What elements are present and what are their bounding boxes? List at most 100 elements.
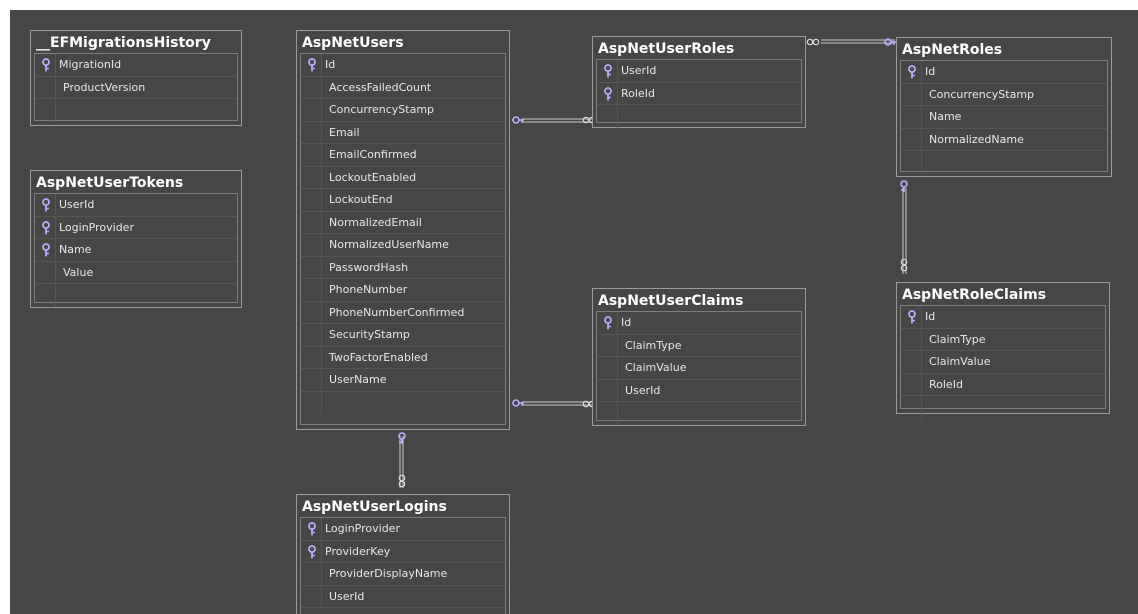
relationship-roles-userroles[interactable]	[806, 38, 896, 46]
column-row[interactable]: RoleId	[597, 82, 801, 105]
column-name: ClaimValue	[625, 361, 687, 374]
column-row[interactable]: UserName	[301, 369, 505, 392]
column-name: NormalizedUserName	[329, 238, 449, 251]
column-name: ClaimType	[929, 332, 986, 346]
column-row[interactable]: ClaimValue	[597, 357, 801, 380]
column-row[interactable]: AccessFailedCount	[301, 76, 505, 99]
column-name: NormalizedEmail	[329, 215, 422, 229]
column-row[interactable]: Email	[301, 121, 505, 144]
table-aspnetroleclaims[interactable]: AspNetRoleClaims Id ClaimType ClaimValue…	[896, 282, 1110, 419]
primary-key-icon	[42, 243, 50, 257]
column-row[interactable]: NormalizedEmail	[301, 211, 505, 234]
column-name: TwoFactorEnabled	[329, 350, 428, 364]
relationship-users-userclaims[interactable]	[512, 399, 596, 408]
primary-key-icon	[308, 544, 316, 558]
column-row[interactable]: LockoutEnabled	[301, 166, 505, 189]
column-name: ConcurrencyStamp	[329, 103, 435, 116]
column-row[interactable]: Name	[901, 106, 1107, 129]
column-row[interactable]: NormalizedUserName	[301, 234, 505, 257]
column-row[interactable]: UserId	[597, 379, 801, 402]
column-name: Id	[621, 316, 632, 329]
column-row[interactable]: UserId	[597, 60, 801, 83]
column-list: UserId LoginProvider Name Value	[34, 193, 238, 307]
column-row[interactable]: Id	[901, 306, 1105, 329]
column-name: RoleId	[621, 86, 655, 100]
column-row[interactable]: ClaimValue	[901, 351, 1105, 374]
table-title: AspNetUserTokens	[36, 175, 184, 191]
primary-key-icon	[604, 316, 612, 330]
column-list: Id ClaimType ClaimValue UserId	[596, 311, 802, 425]
column-row[interactable]: PasswordHash	[301, 256, 505, 279]
column-name: LockoutEnd	[329, 193, 393, 206]
table-title: AspNetUserLogins	[302, 499, 447, 515]
primary-key-icon	[604, 86, 612, 100]
infinity-icon	[806, 38, 820, 46]
column-row-empty	[35, 284, 237, 307]
relationship-users-userlogins[interactable]	[398, 432, 406, 488]
primary-key-icon	[604, 64, 612, 78]
column-name: Name	[59, 243, 92, 256]
primary-key-icon	[42, 58, 50, 72]
column-row[interactable]: PhoneNumberConfirmed	[301, 301, 505, 324]
table-aspnetuserroles[interactable]: AspNetUserRoles UserId RoleId	[592, 36, 806, 128]
column-name: Name	[929, 110, 962, 123]
relationship-roles-roleclaims[interactable]	[900, 180, 908, 274]
table-title: AspNetRoles	[902, 42, 1003, 58]
column-row[interactable]: ProductVersion	[35, 76, 237, 99]
table-title: AspNetUsers	[302, 35, 404, 51]
column-row[interactable]: ProviderDisplayName	[301, 563, 505, 586]
table-title: AspNetUserRoles	[598, 41, 735, 57]
column-row[interactable]: Id	[597, 312, 801, 335]
table-aspnetuserlogins[interactable]: AspNetUserLogins LoginProvider ProviderK…	[296, 494, 510, 614]
column-row-empty	[35, 99, 237, 122]
column-row[interactable]: PhoneNumber	[301, 279, 505, 302]
column-row[interactable]: ClaimType	[597, 334, 801, 357]
column-name: NormalizedName	[929, 132, 1024, 146]
column-name: ClaimType	[625, 338, 682, 352]
column-row[interactable]: ConcurrencyStamp	[301, 99, 505, 122]
column-list: Id ClaimType ClaimValue RoleId	[900, 305, 1106, 419]
column-row[interactable]: Name	[35, 239, 237, 262]
column-row[interactable]: RoleId	[901, 373, 1105, 396]
diagram-canvas: __EFMigrationsHistory MigrationId Produc…	[10, 10, 1138, 614]
column-row[interactable]: Id	[301, 54, 505, 77]
column-row[interactable]: TwoFactorEnabled	[301, 346, 505, 369]
table-aspnetusertokens[interactable]: AspNetUserTokens UserId LoginProvider Na…	[30, 170, 242, 308]
column-name: ClaimValue	[929, 355, 991, 368]
column-list: MigrationId ProductVersion	[34, 53, 238, 122]
column-name: MigrationId	[59, 58, 122, 71]
column-name: Email	[329, 125, 360, 139]
column-row[interactable]: UserId	[35, 194, 237, 217]
key-icon	[512, 399, 524, 407]
column-row[interactable]: Value	[35, 261, 237, 284]
column-name: SecurityStamp	[329, 328, 410, 341]
column-row[interactable]: SecurityStamp	[301, 324, 505, 347]
column-row[interactable]: ProviderKey	[301, 540, 505, 563]
column-row[interactable]: MigrationId	[35, 54, 237, 77]
column-row[interactable]: UserId	[301, 585, 505, 608]
column-name: LoginProvider	[325, 522, 400, 535]
column-name: UserName	[329, 373, 387, 386]
table-efmigrationshistory[interactable]: __EFMigrationsHistory MigrationId Produc…	[30, 30, 242, 126]
column-row[interactable]: Id	[901, 61, 1107, 84]
primary-key-icon	[308, 522, 316, 536]
column-name: ConcurrencyStamp	[929, 87, 1035, 101]
column-row-empty	[901, 396, 1105, 419]
relationship-users-userroles[interactable]	[512, 116, 596, 124]
table-title: __EFMigrationsHistory	[36, 35, 211, 51]
column-row[interactable]: LoginProvider	[301, 518, 505, 541]
column-row[interactable]: NormalizedName	[901, 128, 1107, 151]
column-row[interactable]: LockoutEnd	[301, 189, 505, 212]
primary-key-icon	[908, 310, 916, 324]
column-row-empty	[597, 105, 801, 128]
column-row[interactable]: EmailConfirmed	[301, 144, 505, 167]
column-row[interactable]: ConcurrencyStamp	[901, 83, 1107, 106]
table-aspnetusers[interactable]: AspNetUsers Id AccessFailedCount Concurr…	[296, 30, 510, 430]
column-row[interactable]: LoginProvider	[35, 216, 237, 239]
table-aspnetroles[interactable]: AspNetRoles Id ConcurrencyStamp Name Nor…	[896, 37, 1112, 177]
column-name: ProviderDisplayName	[329, 567, 448, 580]
column-name: EmailConfirmed	[329, 148, 417, 161]
column-row[interactable]: ClaimType	[901, 328, 1105, 351]
column-name: UserId	[59, 198, 95, 211]
table-aspnetuserclaims[interactable]: AspNetUserClaims Id ClaimType ClaimValue…	[592, 288, 806, 426]
